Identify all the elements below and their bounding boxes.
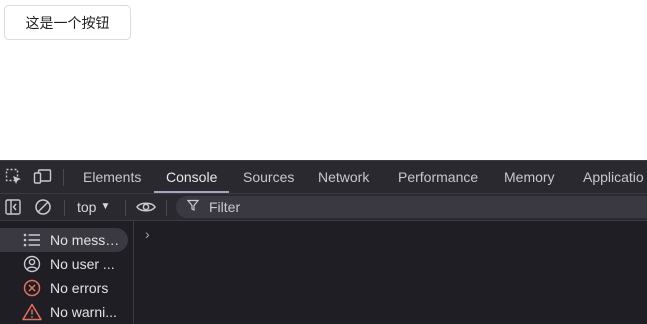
sidebar-item-user-messages[interactable]: No user ...	[0, 252, 128, 276]
tab-console[interactable]: Console	[153, 161, 230, 193]
error-icon	[22, 278, 42, 298]
page: 这是一个按钮 Elements Console Sources Network …	[0, 0, 647, 324]
sidebar-item-label: No messa...	[50, 232, 122, 248]
user-icon	[22, 254, 42, 274]
context-selector[interactable]: top ▼	[77, 197, 110, 217]
toolbar-divider	[125, 200, 126, 216]
toolbar-divider	[64, 200, 65, 216]
toggle-sidebar-icon[interactable]	[3, 198, 23, 216]
toolbar-divider	[166, 200, 167, 216]
filter-input[interactable]	[207, 198, 591, 216]
devtools-tabbar: Elements Console Sources Network Perform…	[0, 160, 647, 193]
tab-elements[interactable]: Elements	[83, 161, 141, 193]
devtools-panel: Elements Console Sources Network Perform…	[0, 160, 647, 324]
warning-icon	[22, 302, 42, 322]
context-selector-label: top	[77, 199, 97, 215]
tab-network[interactable]: Network	[318, 161, 369, 193]
tab-sources[interactable]: Sources	[243, 161, 294, 193]
device-toolbar-icon[interactable]	[33, 168, 53, 186]
filter-box	[176, 196, 647, 218]
console-output[interactable]: ›	[134, 221, 647, 324]
sidebar-item-label: No user ...	[50, 256, 115, 272]
sidebar-item-errors[interactable]: No errors	[0, 276, 128, 300]
console-prompt: ›	[145, 226, 150, 242]
console-sidebar: No messa... No user ... No errors No war…	[0, 221, 134, 324]
console-toolbar: top ▼	[0, 193, 647, 221]
sidebar-item-label: No warni...	[50, 304, 117, 320]
sidebar-item-messages[interactable]: No messa...	[0, 228, 128, 252]
inspect-element-icon[interactable]	[4, 168, 24, 186]
demo-button[interactable]: 这是一个按钮	[4, 5, 131, 40]
tab-application[interactable]: Applicatio	[583, 161, 644, 193]
sidebar-item-warnings[interactable]: No warni...	[0, 300, 128, 324]
sidebar-item-label: No errors	[50, 280, 109, 296]
eye-icon[interactable]	[135, 198, 157, 216]
tab-memory[interactable]: Memory	[504, 161, 555, 193]
tabbar-divider	[63, 169, 64, 186]
list-icon	[22, 230, 42, 250]
filter-icon	[186, 198, 200, 216]
clear-console-icon[interactable]	[33, 198, 53, 216]
tab-performance[interactable]: Performance	[398, 161, 478, 193]
caret-down-icon: ▼	[100, 201, 111, 212]
